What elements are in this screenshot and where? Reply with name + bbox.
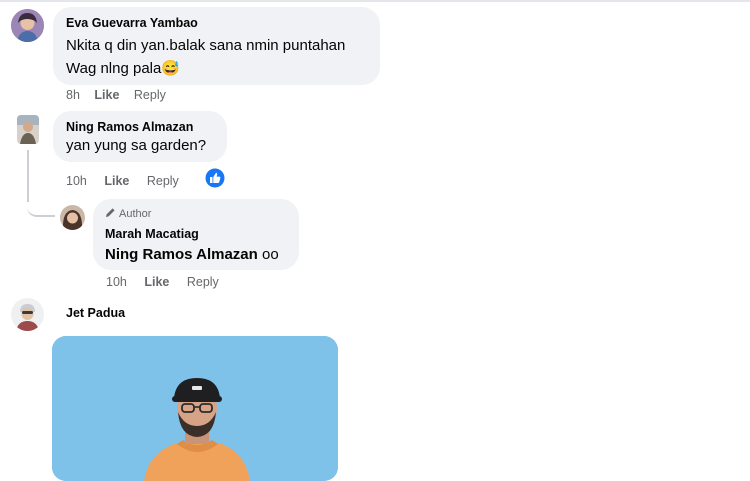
reply-author[interactable]: Marah Macatiag [105, 227, 199, 241]
top-divider [0, 0, 750, 2]
like-button[interactable]: Like [94, 88, 119, 102]
reply-button[interactable]: Reply [134, 88, 166, 102]
comment-timestamp[interactable]: 10h [66, 174, 87, 188]
reply-button[interactable]: Reply [187, 275, 219, 289]
comment-author[interactable]: Jet Padua [66, 306, 125, 320]
comment-text: yan yung sa garden? [66, 137, 207, 154]
avatar[interactable] [11, 9, 44, 42]
thumbs-up-reaction-icon[interactable] [205, 168, 225, 188]
reply-button[interactable]: Reply [147, 174, 179, 188]
avatar[interactable] [17, 115, 39, 144]
reply-text: Ning Ramos Almazan oo [105, 246, 279, 263]
comment-actions: 8h Like Reply [66, 88, 166, 102]
author-badge: Author [105, 207, 151, 221]
comment-author[interactable]: Eva Guevarra Yambao [66, 16, 198, 30]
avatar[interactable] [60, 205, 85, 230]
comment-text: Wag nlng pala😅 [66, 60, 181, 77]
reply-actions: 10h Like Reply [106, 275, 219, 289]
mention-link[interactable]: Ning Ramos Almazan [105, 246, 258, 263]
grinning-sweat-emoji-icon: 😅 [161, 60, 181, 77]
thread-connector [27, 190, 55, 217]
comment-timestamp[interactable]: 8h [66, 88, 80, 102]
comment-text: Nkita q din yan.balak sana nmin puntahan [66, 37, 346, 54]
reply-timestamp[interactable]: 10h [106, 275, 127, 289]
comment-actions: 10h Like Reply [66, 174, 179, 188]
like-button[interactable]: Like [144, 275, 169, 289]
like-button[interactable]: Like [104, 174, 129, 188]
pencil-icon [105, 207, 116, 221]
comment-author[interactable]: Ning Ramos Almazan [66, 120, 193, 134]
photo-attachment[interactable] [52, 336, 338, 481]
avatar[interactable] [11, 298, 44, 331]
